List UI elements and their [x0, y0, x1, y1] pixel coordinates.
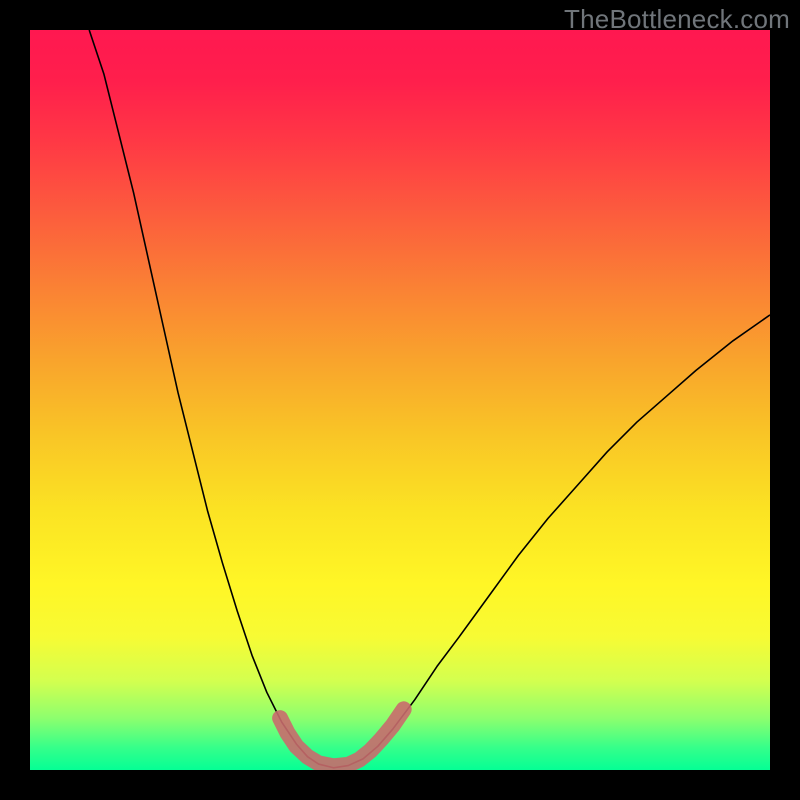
- plot-area: [30, 30, 770, 770]
- chart-frame: TheBottleneck.com: [0, 0, 800, 800]
- chart-svg: [30, 30, 770, 770]
- watermark-text: TheBottleneck.com: [564, 4, 790, 35]
- heat-background: [30, 30, 770, 770]
